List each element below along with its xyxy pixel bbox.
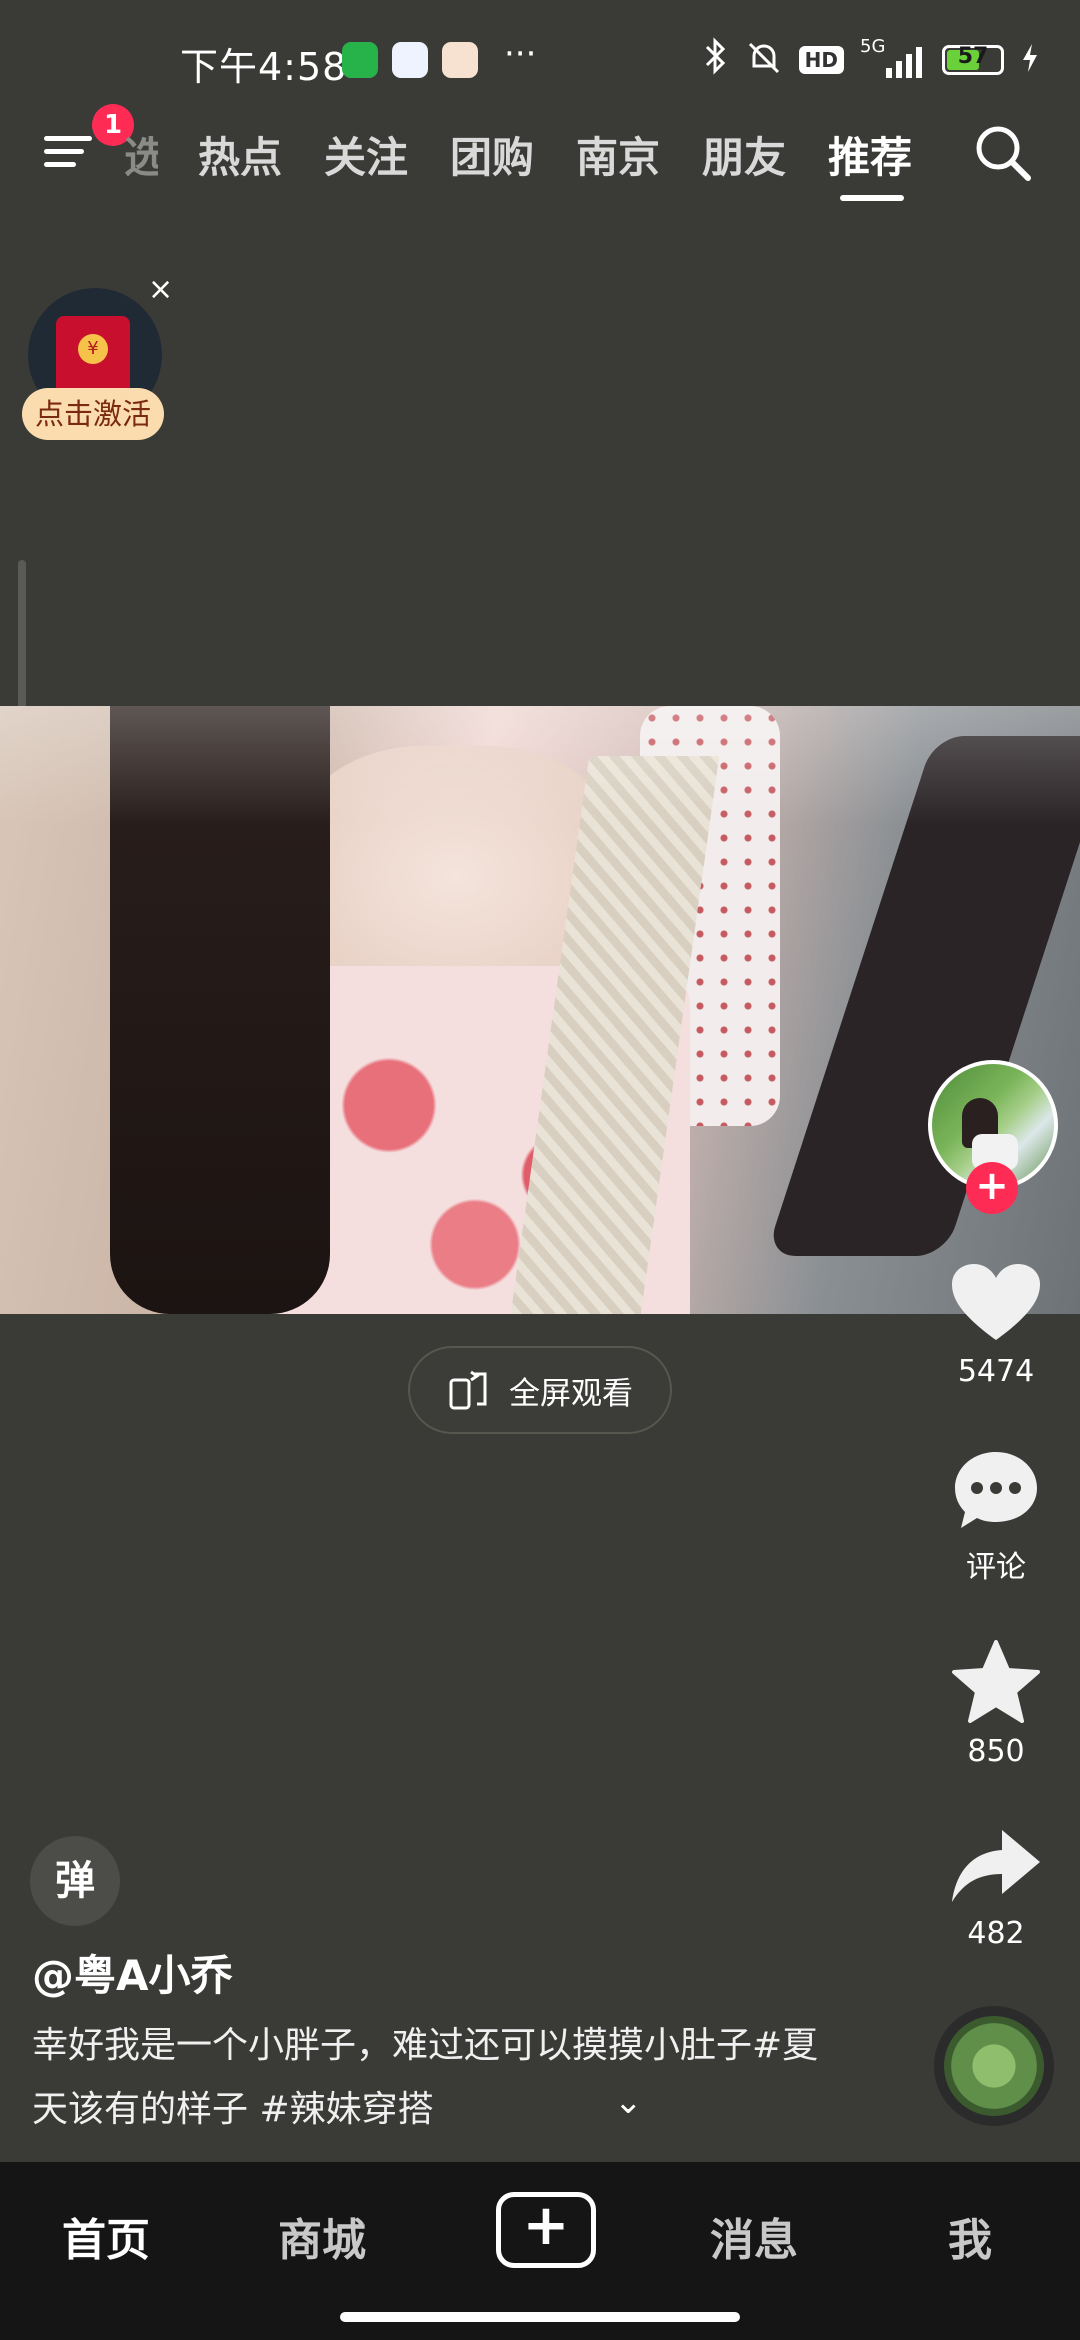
like-button[interactable]: 5474 bbox=[936, 1262, 1056, 1389]
nav-me[interactable]: 我 bbox=[870, 2204, 1070, 2268]
battery-icon: 57 bbox=[942, 44, 1004, 75]
heart-icon bbox=[952, 1264, 1040, 1340]
nav-messages[interactable]: 消息 bbox=[654, 2204, 854, 2268]
tab-partial[interactable]: 选 bbox=[124, 124, 158, 185]
fullscreen-label: 全屏观看 bbox=[509, 1375, 633, 1412]
charging-icon bbox=[1020, 42, 1040, 78]
music-disc[interactable] bbox=[934, 2006, 1054, 2126]
like-count: 5474 bbox=[957, 1354, 1035, 1389]
share-count: 482 bbox=[967, 1916, 1025, 1951]
favorite-count: 850 bbox=[967, 1734, 1025, 1769]
home-indicator[interactable] bbox=[340, 2312, 740, 2322]
active-tab-indicator bbox=[840, 195, 904, 201]
red-packet-activate-button[interactable]: 点击激活 bbox=[22, 388, 164, 440]
scroll-indicator bbox=[18, 560, 26, 720]
tab-hot[interactable]: 热点 bbox=[198, 124, 282, 185]
share-button[interactable]: 482 bbox=[936, 1826, 1056, 1951]
author-name[interactable]: @粤A小乔 bbox=[32, 1942, 233, 2003]
video-caption[interactable]: 幸好我是一个小胖子，难过还可以摸摸小肚子#夏天该有的样子 #辣妹穿搭 bbox=[32, 2014, 852, 2142]
coin-icon: ¥ bbox=[78, 334, 108, 364]
caption-expand-icon[interactable]: ⌄ bbox=[614, 2082, 643, 2122]
comment-icon bbox=[955, 1452, 1037, 1528]
menu-icon[interactable] bbox=[44, 128, 98, 172]
nav-mall[interactable]: 商城 bbox=[222, 2204, 422, 2268]
wechat-mini-icon bbox=[342, 42, 378, 78]
fullscreen-button[interactable]: 全屏观看 bbox=[408, 1346, 672, 1434]
follow-button[interactable]: + bbox=[966, 1162, 1018, 1214]
comment-label: 评论 bbox=[966, 1550, 1026, 1585]
favorite-button[interactable]: 850 bbox=[936, 1638, 1056, 1769]
status-right-icons: HD 5G 57 bbox=[703, 36, 1040, 84]
baidu-netdisk-icon bbox=[392, 42, 428, 78]
danmaku-button[interactable]: 弹 bbox=[30, 1836, 120, 1926]
share-arrow-icon bbox=[952, 1830, 1040, 1902]
video-frame[interactable] bbox=[0, 706, 1080, 1314]
comment-button[interactable]: 评论 bbox=[936, 1448, 1056, 1586]
tab-nanjing[interactable]: 南京 bbox=[576, 124, 660, 185]
rotate-screen-icon bbox=[447, 1368, 491, 1412]
tab-recommended[interactable]: 推荐 bbox=[828, 124, 912, 185]
battery-level: 57 bbox=[957, 44, 989, 69]
signal-icon: 5G bbox=[860, 36, 926, 80]
tab-friends[interactable]: 朋友 bbox=[702, 124, 786, 185]
video-highlight bbox=[0, 706, 1080, 826]
hd-icon: HD bbox=[798, 46, 844, 74]
58-app-icon bbox=[442, 42, 478, 78]
network-type: 5G bbox=[860, 36, 886, 57]
red-packet-close-icon[interactable]: × bbox=[148, 272, 173, 307]
create-post-button[interactable]: + bbox=[496, 2192, 596, 2268]
tab-group-buy[interactable]: 团购 bbox=[450, 124, 534, 185]
bell-muted-icon bbox=[745, 39, 783, 81]
bluetooth-icon bbox=[703, 36, 729, 84]
status-time: 下午4:58 bbox=[180, 45, 348, 89]
star-icon bbox=[952, 1640, 1040, 1723]
search-icon[interactable] bbox=[974, 124, 1032, 182]
top-nav bbox=[0, 120, 1080, 220]
tab-following[interactable]: 关注 bbox=[324, 124, 408, 185]
nav-home[interactable]: 首页 bbox=[6, 2204, 206, 2268]
more-notifications-icon: ··· bbox=[504, 34, 537, 74]
